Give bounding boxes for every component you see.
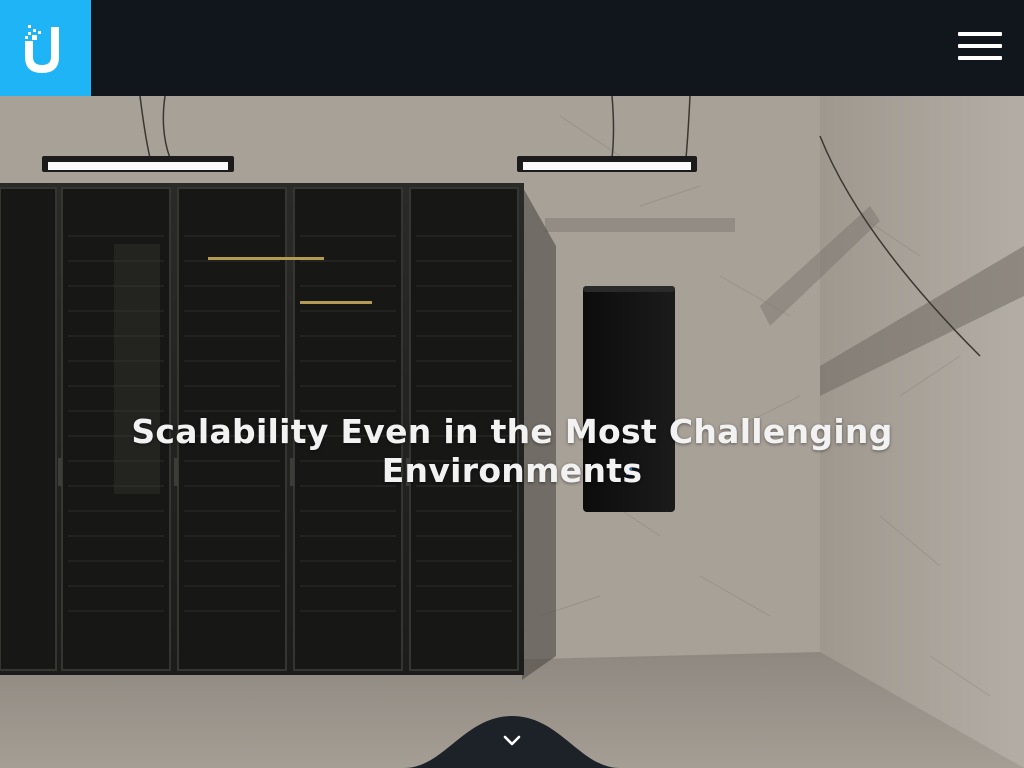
hero-banner: Scalability Even in the Most Challenging… [0,96,1024,768]
scroll-down-button[interactable] [404,710,620,768]
hamburger-menu-icon [958,32,1002,36]
hamburger-menu-button[interactable] [958,32,1002,64]
site-header [0,0,1024,96]
brand-logo[interactable] [0,0,91,96]
ubiquiti-u-icon [24,25,59,73]
hero-title: Scalability Even in the Most Challenging… [131,412,893,490]
chevron-down-icon [503,735,521,746]
